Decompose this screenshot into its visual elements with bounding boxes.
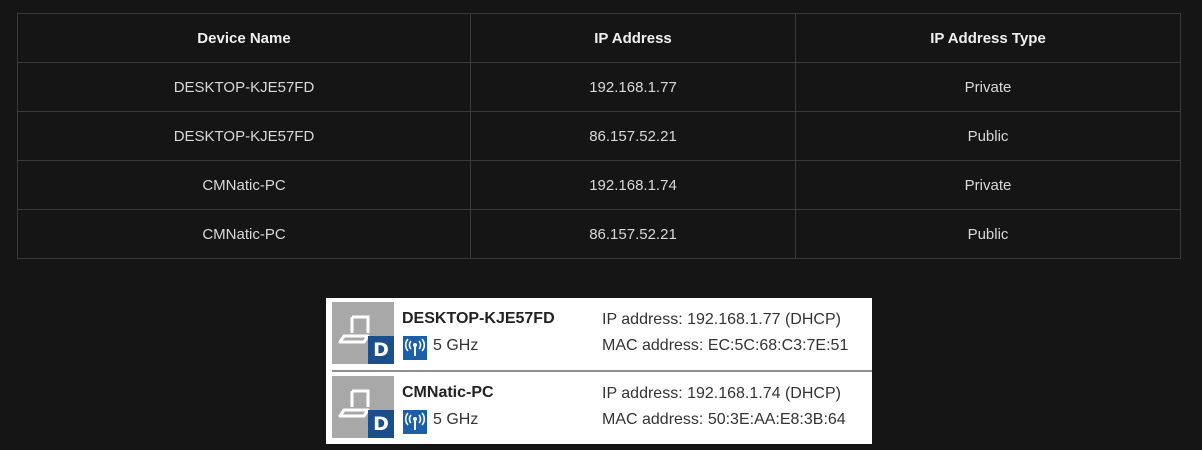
header-device-name: Device Name xyxy=(17,13,471,63)
device-name: DESKTOP-KJE57FD xyxy=(402,310,555,327)
device-ip-address: IP address: 192.168.1.77 (DHCP) xyxy=(602,311,841,328)
cell-ip-type: Public xyxy=(795,209,1181,259)
table-row: DESKTOP-KJE57FD 86.157.52.21 Public xyxy=(17,111,1181,161)
device-name: CMNatic-PC xyxy=(402,384,494,401)
device-row-cmnatic[interactable]: D CMNatic-PC 5 GHz IP address: 192.168.1… xyxy=(326,372,872,444)
wifi-antenna-icon xyxy=(403,410,427,434)
device-mac-address: MAC address: 50:3E:AA:E8:3B:64 xyxy=(602,411,846,428)
table-row: CMNatic-PC 86.157.52.21 Public xyxy=(17,209,1181,259)
device-type-badge: D xyxy=(368,410,394,438)
wifi-band: 5 GHz xyxy=(433,411,479,428)
cell-device-name: DESKTOP-KJE57FD xyxy=(17,62,471,112)
cell-ip-type: Private xyxy=(795,62,1181,112)
wifi-antenna-icon xyxy=(403,336,427,360)
cell-ip-address: 192.168.1.74 xyxy=(470,160,796,210)
table-row: CMNatic-PC 192.168.1.74 Private xyxy=(17,160,1181,210)
wifi-band: 5 GHz xyxy=(433,337,479,354)
device-mac-address: MAC address: EC:5C:68:C3:7E:51 xyxy=(602,337,849,354)
router-device-list: D DESKTOP-KJE57FD 5 GHz IP address: 192.… xyxy=(326,298,872,444)
device-type-badge: D xyxy=(368,336,394,364)
laptop-icon: D xyxy=(332,376,394,438)
cell-ip-address: 192.168.1.77 xyxy=(470,62,796,112)
header-ip-address-type: IP Address Type xyxy=(795,13,1181,63)
cell-ip-type: Private xyxy=(795,160,1181,210)
header-ip-address: IP Address xyxy=(470,13,796,63)
device-row-desktop[interactable]: D DESKTOP-KJE57FD 5 GHz IP address: 192.… xyxy=(326,298,872,370)
cell-ip-type: Public xyxy=(795,111,1181,161)
cell-ip-address: 86.157.52.21 xyxy=(470,209,796,259)
cell-device-name: DESKTOP-KJE57FD xyxy=(17,111,471,161)
cell-ip-address: 86.157.52.21 xyxy=(470,111,796,161)
device-ip-address: IP address: 192.168.1.74 (DHCP) xyxy=(602,385,841,402)
ip-address-table: Device Name IP Address IP Address Type D… xyxy=(17,13,1181,259)
table-row: DESKTOP-KJE57FD 192.168.1.77 Private xyxy=(17,62,1181,112)
cell-device-name: CMNatic-PC xyxy=(17,209,471,259)
laptop-icon: D xyxy=(332,302,394,364)
table-header-row: Device Name IP Address IP Address Type xyxy=(17,13,1181,63)
cell-device-name: CMNatic-PC xyxy=(17,160,471,210)
